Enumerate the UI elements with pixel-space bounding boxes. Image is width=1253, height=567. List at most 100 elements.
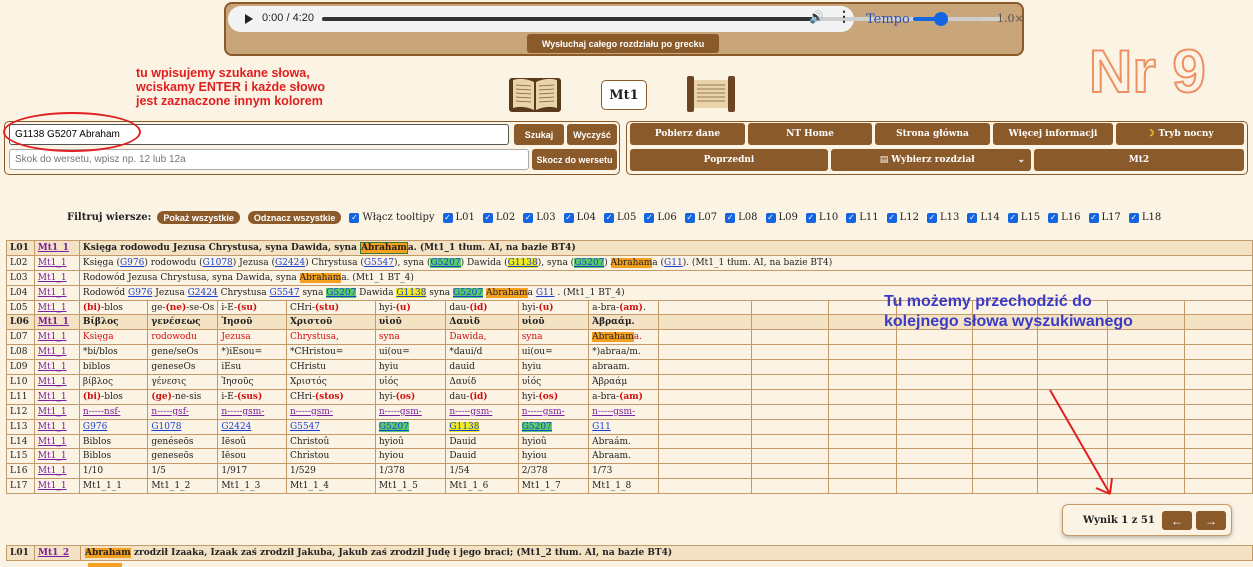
more-info-button[interactable]: Więcej informacji <box>993 123 1113 145</box>
line-filter-l12[interactable]: ✓ L12 <box>886 212 919 223</box>
strong-link[interactable]: G1078 <box>203 258 233 268</box>
verse-jump-input[interactable] <box>9 149 529 170</box>
tempo-slider-knob[interactable] <box>934 12 948 26</box>
open-book-icon[interactable] <box>507 74 563 114</box>
strong-link[interactable]: n-----nsf- <box>83 407 120 417</box>
verse-ref-link[interactable]: Mt1_1 <box>38 347 67 357</box>
chapter-select[interactable]: ▤ Wybierz rozdział ⌄ <box>831 149 1031 171</box>
verse-ref-link[interactable]: Mt1_1 <box>38 392 67 402</box>
table-row: L09 Mt1_1 biblos geneseOs iEsu CHristu hyiu dau… <box>6 359 1253 376</box>
nt-home-button[interactable]: NT Home <box>748 123 872 145</box>
strong-link[interactable]: G11 <box>664 258 683 268</box>
audio-player[interactable]: 0:00 / 4:20 🔊 ⋮ <box>228 6 1002 32</box>
previous-chapter-button[interactable]: Poprzedni <box>630 149 828 171</box>
play-icon[interactable] <box>245 14 253 24</box>
verse-ref-link[interactable]: Mt1_1 <box>38 317 69 327</box>
line-filter-l18[interactable]: ✓ L18 <box>1128 212 1161 223</box>
line-filter-l09[interactable]: ✓ L09 <box>765 212 798 223</box>
verse-ref-link[interactable]: Mt1_1 <box>38 332 67 342</box>
line-filter-l14[interactable]: ✓ L14 <box>967 212 1000 223</box>
strong-link[interactable]: G1138 <box>508 258 538 268</box>
line-filter-l17[interactable]: ✓ L17 <box>1088 212 1121 223</box>
volume-icon[interactable]: 🔊 <box>809 10 824 24</box>
line-filter-l11[interactable]: ✓ L11 <box>846 212 879 223</box>
line-filter-l16[interactable]: ✓ L16 <box>1048 212 1081 223</box>
line-filter-l01[interactable]: ✓ L01 <box>442 212 475 223</box>
more-options-icon[interactable]: ⋮ <box>837 8 851 25</box>
strong-link[interactable]: G5547 <box>270 288 300 298</box>
verse-ref-link[interactable]: Mt1_1 <box>38 377 67 387</box>
strong-link[interactable]: G11 <box>592 422 611 432</box>
verse-ref-link[interactable]: Mt1_1 <box>38 451 67 461</box>
line-filter-l08[interactable]: ✓ L08 <box>725 212 758 223</box>
verse-ref-link[interactable]: Mt1_2 <box>35 546 81 560</box>
strong-link[interactable]: n-----gsf- <box>151 407 188 417</box>
strong-link[interactable]: G5207 <box>574 258 604 268</box>
cell-text: Χριστός <box>289 376 327 387</box>
verse-ref-link[interactable]: Mt1_1 <box>38 407 67 417</box>
search-input[interactable] <box>9 124 509 145</box>
line-filter-l13[interactable]: ✓ L13 <box>927 212 959 223</box>
strong-link[interactable]: n-----gsm- <box>522 407 565 417</box>
strong-link[interactable]: G11 <box>536 288 555 298</box>
line-filter-l15[interactable]: ✓ L15 <box>1007 212 1040 223</box>
strong-link[interactable]: G5207 <box>326 288 356 298</box>
tooltips-checkbox[interactable]: ✓ Włącz tooltipy <box>349 212 435 223</box>
strong-link[interactable]: G1138 <box>396 288 426 298</box>
strong-link[interactable]: G5547 <box>290 422 320 432</box>
table-cell <box>972 359 1039 376</box>
strong-link[interactable]: G2424 <box>221 422 251 432</box>
strong-link[interactable]: G5207 <box>379 422 409 432</box>
show-all-button[interactable]: Pokaż wszystkie <box>157 211 240 224</box>
verse-ref-link[interactable]: Mt1_1 <box>38 437 67 447</box>
uncheck-all-button[interactable]: Odznacz wszystkie <box>247 211 342 224</box>
next-chapter-button[interactable]: Mt2 <box>1034 149 1244 171</box>
line-filter-l02[interactable]: ✓ L02 <box>482 212 515 223</box>
download-data-button[interactable]: Pobierz dane <box>630 123 745 145</box>
verse-ref-link[interactable]: Mt1_1 <box>38 481 67 491</box>
line-filter-l06[interactable]: ✓ L06 <box>644 212 677 223</box>
table-cell <box>657 329 753 346</box>
verse-ref-link[interactable]: Mt1_1 <box>38 288 67 298</box>
verse-ref-link[interactable]: Mt1_1 <box>38 422 67 432</box>
strong-link[interactable]: n-----gsm- <box>290 407 333 417</box>
strong-link[interactable]: G976 <box>83 422 107 432</box>
line-filter-l03[interactable]: ✓ L03 <box>523 212 556 223</box>
verse-ref-text[interactable]: Mt1_2 <box>38 548 69 558</box>
prev-result-button[interactable]: ← <box>1162 511 1192 530</box>
line-filter-l07[interactable]: ✓ L07 <box>684 212 717 223</box>
line-filter-l04[interactable]: ✓ L04 <box>563 212 596 223</box>
verse-ref-link[interactable]: Mt1_1 <box>38 303 67 313</box>
search-button[interactable]: Szukaj <box>514 124 564 145</box>
cell-text: syna <box>299 287 327 298</box>
strong-link[interactable]: n-----gsm- <box>592 407 635 417</box>
strong-link[interactable]: G1138 <box>449 422 479 432</box>
line-filter-l10[interactable]: ✓ L10 <box>805 212 838 223</box>
strong-link[interactable]: G976 <box>128 288 152 298</box>
strong-link[interactable]: G2424 <box>275 258 305 268</box>
goto-verse-button[interactable]: Skocz do wersetu <box>532 149 617 170</box>
verse-ref-link[interactable]: Mt1_1 <box>38 466 67 476</box>
line-filter-l05[interactable]: ✓ L05 <box>604 212 636 223</box>
verse-ref-link[interactable]: Mt1_1 <box>38 273 67 283</box>
cell-text: CHristu <box>289 362 326 373</box>
scroll-icon[interactable] <box>684 74 738 114</box>
verse-ref-link[interactable]: Mt1_1 <box>38 362 67 372</box>
strong-link[interactable]: G5207 <box>430 258 460 268</box>
strong-link[interactable]: G5207 <box>522 422 552 432</box>
main-page-button[interactable]: Strona główna <box>875 123 990 145</box>
strong-link[interactable]: G1078 <box>151 422 181 432</box>
night-mode-button[interactable]: ☽ Tryb nocny <box>1116 123 1244 145</box>
verse-ref-link[interactable]: Mt1_1 <box>38 258 67 268</box>
clear-button[interactable]: Wyczyść <box>567 124 617 145</box>
next-result-button[interactable]: → <box>1196 511 1226 530</box>
strong-link[interactable]: G5547 <box>364 258 394 268</box>
strong-link[interactable]: G2424 <box>188 288 218 298</box>
strong-link[interactable]: n-----gsm- <box>449 407 492 417</box>
listen-chapter-button[interactable]: Wysłuchaj całego rozdziału po grecku <box>527 34 719 53</box>
strong-link[interactable]: n-----gsm- <box>379 407 422 417</box>
verse-ref-link[interactable]: Mt1_1 <box>38 243 69 253</box>
strong-link[interactable]: n-----gsm- <box>221 407 264 417</box>
strong-link[interactable]: G976 <box>120 258 144 268</box>
strong-link[interactable]: G5207 <box>453 288 483 298</box>
